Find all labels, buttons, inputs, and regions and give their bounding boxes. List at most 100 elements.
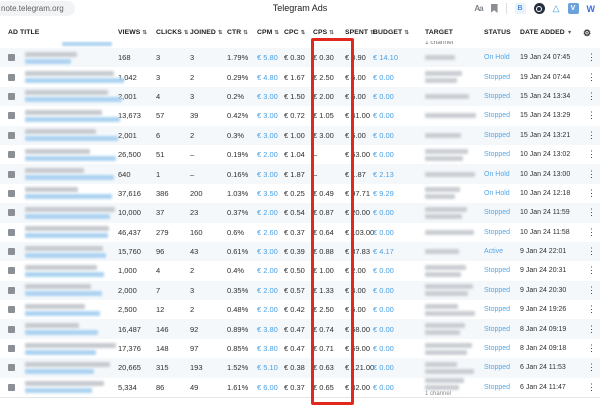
- cell-budget: € 0.00: [373, 227, 394, 237]
- col-header-joined[interactable]: JOINED ⇅: [190, 29, 227, 36]
- cell-joined: 49: [190, 382, 199, 392]
- cell-budget: € 14.10: [373, 53, 399, 63]
- cell-target: [425, 148, 484, 161]
- status-link[interactable]: Stopped: [484, 93, 520, 100]
- col-header-ctr[interactable]: CTR ⇅: [227, 29, 257, 36]
- kebab-menu-icon[interactable]: ⋮: [583, 382, 600, 392]
- cell-clicks: 86: [156, 382, 165, 392]
- redacted-link-bar: [25, 291, 102, 297]
- redacted-link-bar: [25, 175, 114, 181]
- redacted-target-bar: [425, 271, 461, 277]
- status-link[interactable]: Stopped: [484, 112, 520, 119]
- status-link[interactable]: Stopped: [484, 132, 520, 139]
- table-row: 1,000 4 2 0.4% € 2.00 € 0.50 € 1.00 € 2.00 € 0.0…: [0, 261, 600, 280]
- gear-icon[interactable]: ⚙: [583, 28, 591, 38]
- status-link[interactable]: Stopped: [484, 74, 520, 81]
- col-header-spent[interactable]: SPENT ⇅: [345, 29, 375, 36]
- ad-title-redacted: [25, 51, 118, 64]
- cell-cpc: € 0.37: [284, 227, 305, 237]
- redacted-target-bar: [425, 194, 455, 200]
- cell-target: [425, 71, 484, 84]
- status-link[interactable]: On Hold: [484, 190, 520, 197]
- col-header-date-added[interactable]: DATE ADDED ▼: [520, 29, 583, 36]
- col-header-cps[interactable]: CPS ⇅: [313, 29, 345, 36]
- status-link[interactable]: Stopped: [484, 267, 520, 274]
- cell-joined: 193: [190, 363, 203, 373]
- kebab-menu-icon[interactable]: ⋮: [583, 285, 600, 295]
- status-link[interactable]: Active: [484, 248, 520, 255]
- bookmark-icon[interactable]: [490, 4, 498, 13]
- col-header-clicks[interactable]: CLICKS ⇅: [156, 29, 190, 36]
- kebab-menu-icon[interactable]: ⋮: [583, 208, 600, 217]
- status-link[interactable]: On Hold: [484, 54, 520, 61]
- col-header-label: STATUS: [484, 29, 511, 36]
- redacted-target-bar: [425, 171, 475, 177]
- col-header-budget[interactable]: BUDGET ⇅: [373, 29, 425, 36]
- cell-joined: 3: [190, 91, 195, 101]
- redacted-link-bar: [25, 97, 122, 103]
- cell-views: 17,376: [118, 344, 141, 354]
- kebab-menu-icon[interactable]: ⋮: [583, 363, 600, 372]
- ad-thumbnail: [8, 131, 25, 139]
- kebab-menu-icon[interactable]: ⋮: [583, 150, 600, 159]
- ad-title-redacted: [25, 71, 124, 84]
- cell-cpc: € 1.04: [284, 150, 305, 160]
- cell-budget: € 0.00: [373, 324, 394, 334]
- ad-title-redacted: [25, 90, 122, 103]
- redacted-target-bar: [425, 330, 460, 336]
- col-header-status: STATUS: [484, 29, 520, 36]
- col-header-cpc[interactable]: CPC ⇅: [284, 29, 313, 36]
- extension-dark-circle-icon[interactable]: [533, 3, 545, 14]
- table-row: 46,437 279 160 0.6% € 2.60 € 0.37 € 0.64 € 103.…: [0, 223, 600, 242]
- cell-cpm: € 2.00: [257, 285, 278, 295]
- kebab-menu-icon[interactable]: ⋮: [583, 91, 600, 101]
- extension-w-icon[interactable]: W: [587, 4, 596, 14]
- kebab-menu-icon[interactable]: ⋮: [583, 53, 600, 62]
- status-link[interactable]: Stopped: [484, 384, 520, 391]
- kebab-menu-icon[interactable]: ⋮: [583, 324, 600, 334]
- kebab-menu-icon[interactable]: ⋮: [583, 111, 600, 120]
- kebab-menu-icon[interactable]: ⋮: [583, 247, 600, 256]
- cell-budget: € 0.00: [373, 150, 394, 160]
- kebab-menu-icon[interactable]: ⋮: [583, 305, 600, 314]
- status-link[interactable]: Stopped: [484, 229, 520, 236]
- sort-desc-icon: ▼: [566, 29, 573, 36]
- status-link[interactable]: On Hold: [484, 171, 520, 178]
- kebab-menu-icon[interactable]: ⋮: [583, 72, 600, 82]
- redacted-target-bar: [425, 368, 474, 374]
- cell-cpm: € 6.00: [257, 382, 278, 392]
- ad-thumbnail-icon: [8, 325, 15, 333]
- cell-date-added: 10 Jan 24 13:02: [520, 151, 571, 159]
- status-link[interactable]: Stopped: [484, 209, 520, 216]
- cell-clicks: 4: [156, 91, 161, 101]
- col-header-cpm[interactable]: CPM ⇅: [257, 29, 284, 36]
- redacted-title-bar: [25, 342, 116, 348]
- status-link[interactable]: Stopped: [484, 287, 520, 294]
- cell-ctr: 0.35%: [227, 285, 249, 295]
- extension-v-icon[interactable]: V: [567, 3, 579, 14]
- cell-joined: 2: [190, 130, 195, 140]
- status-link[interactable]: Stopped: [484, 151, 520, 158]
- kebab-menu-icon[interactable]: ⋮: [583, 169, 600, 179]
- kebab-menu-icon[interactable]: ⋮: [583, 188, 600, 198]
- kebab-menu-icon[interactable]: ⋮: [583, 266, 600, 275]
- kebab-menu-icon[interactable]: ⋮: [583, 344, 600, 353]
- table-row: 17,376 148 97 0.85% € 3.80 € 0.47 € 0.71 € 69.0…: [0, 339, 600, 358]
- status-link[interactable]: Stopped: [484, 364, 520, 371]
- col-header-views[interactable]: VIEWS ⇅: [118, 29, 156, 36]
- extension-b-icon[interactable]: B: [514, 3, 526, 14]
- cell-spent: € 1.87: [345, 169, 366, 179]
- cell-ctr: 0.6%: [227, 227, 245, 237]
- cell-date-added: 6 Jan 24 11:47: [520, 383, 566, 391]
- cell-cpc: € 1.87: [284, 169, 305, 179]
- cell-cps: € 0.74: [313, 324, 334, 334]
- kebab-menu-icon[interactable]: ⋮: [583, 130, 600, 140]
- extension-triangle-icon[interactable]: △: [553, 3, 560, 14]
- status-link[interactable]: Stopped: [484, 326, 520, 333]
- cell-cps: € 1.05: [313, 111, 334, 121]
- status-link[interactable]: Stopped: [484, 306, 520, 313]
- translate-icon[interactable]: Aa: [474, 4, 483, 13]
- kebab-menu-icon[interactable]: ⋮: [583, 227, 600, 237]
- cell-cpc: € 0.47: [284, 324, 305, 334]
- status-link[interactable]: Stopped: [484, 345, 520, 352]
